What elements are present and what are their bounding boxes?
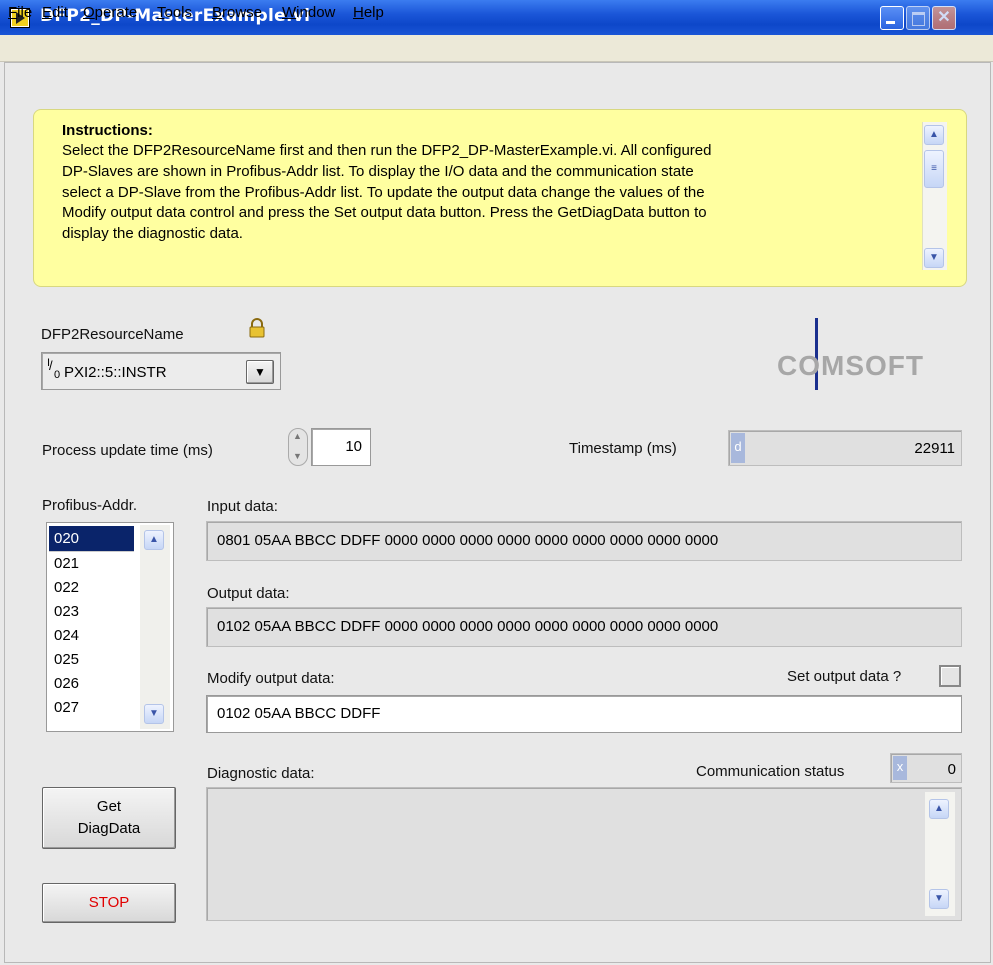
scroll-up-icon[interactable]: ▲ bbox=[924, 125, 944, 145]
output-data-label: Output data: bbox=[207, 585, 290, 602]
instructions-line: Modify output data control and press the… bbox=[62, 204, 707, 222]
scroll-down-icon[interactable]: ▼ bbox=[144, 704, 164, 724]
instructions-line: display the diagnostic data. bbox=[62, 225, 243, 243]
scroll-down-icon[interactable]: ▼ bbox=[929, 889, 949, 909]
diagnostic-display bbox=[206, 787, 962, 921]
menu-tools[interactable]: Tools bbox=[157, 4, 192, 21]
menu-operate[interactable]: Operate bbox=[83, 4, 137, 21]
scroll-up-icon[interactable]: ▲ bbox=[929, 799, 949, 819]
lock-icon bbox=[248, 318, 266, 338]
list-item[interactable]: 026 bbox=[49, 672, 134, 696]
radix-indicator[interactable]: d bbox=[731, 433, 745, 463]
resource-value: PXI2::5::INSTR bbox=[64, 364, 167, 381]
timestamp-label: Timestamp (ms) bbox=[569, 440, 677, 457]
radix-indicator[interactable]: x bbox=[893, 756, 907, 780]
menu-edit[interactable]: Edit bbox=[42, 4, 68, 21]
comsoft-logo: COMSOFT bbox=[777, 350, 924, 381]
list-item[interactable]: 022 bbox=[49, 576, 134, 600]
minimize-button[interactable] bbox=[880, 6, 904, 30]
profibus-scrollbar[interactable] bbox=[140, 525, 170, 729]
comm-status-label: Communication status bbox=[696, 763, 845, 780]
list-item-selected[interactable]: 020 bbox=[49, 526, 134, 552]
scroll-up-icon[interactable]: ▲ bbox=[144, 530, 164, 550]
profibus-label: Profibus-Addr. bbox=[42, 497, 138, 514]
menu-help[interactable]: Help bbox=[353, 4, 384, 21]
profibus-list: 020 021 022 023 024 025 026 027 bbox=[49, 526, 134, 720]
resource-label: DFP2ResourceName bbox=[41, 326, 184, 343]
diagnostic-label: Diagnostic data: bbox=[207, 765, 315, 782]
list-item[interactable]: 025 bbox=[49, 648, 134, 672]
stop-button[interactable]: STOP bbox=[42, 883, 176, 923]
get-diag-data-button[interactable]: Get DiagData bbox=[42, 787, 176, 849]
output-data-display: 0102 05AA BBCC DDFF 0000 0000 0000 0000 … bbox=[206, 607, 962, 647]
menu-file[interactable]: File bbox=[8, 4, 32, 21]
scroll-down-icon[interactable]: ▼ bbox=[924, 248, 944, 268]
list-item[interactable]: 023 bbox=[49, 600, 134, 624]
list-item[interactable]: 027 bbox=[49, 696, 134, 720]
set-output-button[interactable] bbox=[939, 665, 961, 687]
modify-output-label: Modify output data: bbox=[207, 670, 335, 687]
instructions-line: select a DP-Slave from the Profibus-Addr… bbox=[62, 183, 705, 201]
process-update-label: Process update time (ms) bbox=[42, 442, 213, 459]
instructions-line: DP-Slaves are shown in Profibus-Addr lis… bbox=[62, 162, 694, 180]
list-item[interactable]: 021 bbox=[49, 552, 134, 576]
close-button[interactable]: ✕ bbox=[932, 6, 956, 30]
menu-bar bbox=[0, 35, 993, 62]
input-data-label: Input data: bbox=[207, 498, 278, 515]
increment-decrement-icon[interactable]: ▲ ▼ bbox=[288, 428, 308, 466]
instructions-line: Select the DFP2ResourceName first and th… bbox=[62, 142, 712, 159]
process-update-input[interactable]: 10 bbox=[311, 428, 371, 466]
menu-browse[interactable]: Browse bbox=[212, 4, 262, 21]
menu-window[interactable]: Window bbox=[282, 4, 335, 21]
list-item[interactable]: 024 bbox=[49, 624, 134, 648]
instructions-heading: Instructions: bbox=[62, 122, 153, 139]
input-data-display: 0801 05AA BBCC DDFF 0000 0000 0000 0000 … bbox=[206, 521, 962, 561]
scroll-thumb[interactable]: ≡ bbox=[924, 150, 944, 188]
dropdown-arrow-icon[interactable]: ▼ bbox=[246, 360, 274, 384]
instructions-text: Select the DFP2ResourceName first and th… bbox=[62, 141, 912, 245]
timestamp-value: 22911 bbox=[914, 440, 955, 457]
maximize-button[interactable] bbox=[906, 6, 930, 30]
comm-status-value: 0 bbox=[947, 761, 956, 778]
modify-output-input[interactable]: 0102 05AA BBCC DDFF bbox=[206, 695, 962, 733]
set-output-label: Set output data ? bbox=[787, 668, 902, 685]
